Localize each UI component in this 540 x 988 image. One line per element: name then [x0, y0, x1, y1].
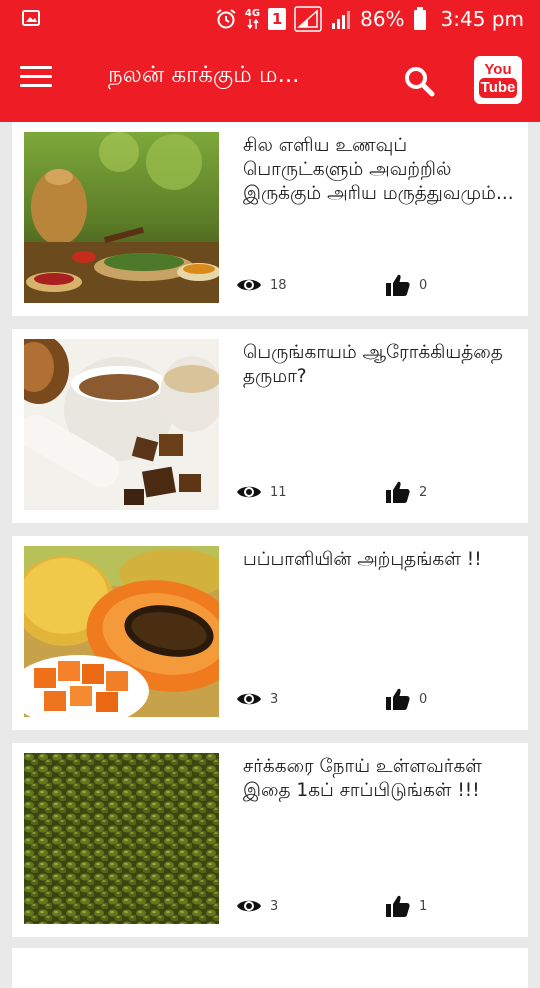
- article-card[interactable]: பெருங்காயம் ஆரோக்கியத்தை தருமா? 11 2: [12, 329, 528, 523]
- eye-icon: [237, 279, 261, 291]
- article-thumbnail-mung-beans: [24, 753, 219, 924]
- eye-icon: [237, 693, 261, 705]
- likes[interactable]: 2: [385, 479, 427, 505]
- likes[interactable]: 1: [385, 893, 427, 919]
- like-count: 2: [419, 484, 428, 500]
- article-title: பப்பாளியின் அற்புதங்கள் !!: [243, 549, 482, 570]
- battery-icon: [413, 7, 426, 30]
- likes[interactable]: 0: [385, 272, 427, 298]
- alarm-icon: [216, 9, 236, 29]
- views: 3: [236, 893, 278, 919]
- views: 3: [236, 686, 278, 712]
- article-title: சர்க்கரை நோய் உள்ளவர்கள் இதை 1கப் சாப்பி…: [243, 756, 483, 801]
- article-title: பெருங்காயம் ஆரோக்கியத்தை தருமா?: [243, 342, 503, 387]
- app-title: நலன் காக்கும் ம...: [108, 62, 300, 88]
- signal-strength-icon: [294, 6, 322, 32]
- menu-icon[interactable]: [20, 66, 52, 92]
- view-count: 11: [270, 484, 287, 500]
- article-card[interactable]: சர்க்கரை நோய் உள்ளவர்கள் இதை 1கப் சாப்பி…: [12, 743, 528, 937]
- network-type-icon: 4G: [245, 9, 260, 29]
- eye-icon: [237, 900, 261, 912]
- views: 18: [236, 272, 287, 298]
- article-card[interactable]: பப்பாளியின் அற்புதங்கள் !! 3 0: [12, 536, 528, 730]
- view-count: 3: [270, 898, 279, 914]
- battery-percent: 86%: [360, 7, 405, 31]
- article-thumbnail-asafoetida: [24, 339, 219, 510]
- youtube-icon[interactable]: You Tube: [474, 56, 522, 104]
- app-bar: நலன் காக்கும் ம... You Tube: [0, 38, 540, 122]
- gallery-notification-icon: [22, 10, 40, 26]
- thumbs-up-icon[interactable]: [385, 272, 411, 298]
- article-card[interactable]: சில எளிய உணவுப் பொருட்களும் அவற்றில் இரு…: [12, 122, 528, 316]
- search-icon[interactable]: [402, 64, 436, 98]
- youtube-icon-top: You: [484, 61, 512, 78]
- likes[interactable]: 0: [385, 686, 427, 712]
- thumbs-up-icon[interactable]: [385, 479, 411, 505]
- thumbs-up-icon[interactable]: [385, 686, 411, 712]
- like-count: 0: [419, 691, 428, 707]
- view-count: 3: [270, 691, 279, 707]
- views: 11: [236, 479, 287, 505]
- view-count: 18: [270, 277, 287, 293]
- clock: 3:45 pm: [440, 7, 524, 31]
- like-count: 0: [419, 277, 428, 293]
- like-count: 1: [419, 898, 428, 914]
- youtube-icon-bottom: Tube: [479, 78, 517, 98]
- sim-label: 1: [271, 10, 283, 28]
- article-thumbnail-spices-vessels: [24, 132, 219, 303]
- status-bar: 4G 1 86% 3:45 pm: [0, 0, 540, 38]
- signal-bars-icon: [332, 11, 351, 29]
- article-card-partial[interactable]: [12, 948, 528, 988]
- sim-icon: 1: [268, 8, 287, 30]
- network-type-label: 4G: [244, 8, 261, 19]
- eye-icon: [237, 486, 261, 498]
- article-thumbnail-papaya: [24, 546, 219, 717]
- thumbs-up-icon[interactable]: [385, 893, 411, 919]
- status-icons: 4G 1 86% 3:45 pm: [215, 0, 524, 38]
- article-title: சில எளிய உணவுப் பொருட்களும் அவற்றில் இரு…: [243, 135, 514, 204]
